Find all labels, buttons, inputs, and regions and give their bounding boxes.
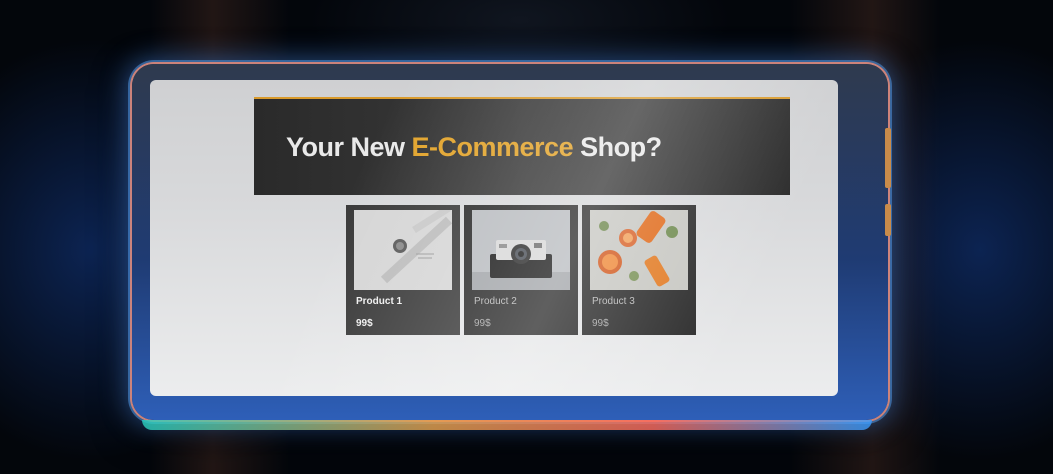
- tablet-screen: Your New E-Commerce Shop? Product 1 99$ …: [150, 80, 838, 396]
- product-name[interactable]: Product 2: [474, 296, 517, 307]
- product-price: 99$: [474, 318, 491, 329]
- hero-title-part2: Shop?: [573, 131, 662, 162]
- product-card[interactable]: Product 2 99$: [464, 205, 578, 335]
- camera-photo: [472, 210, 570, 290]
- hero-title-part1: Your New: [286, 131, 412, 162]
- hero-title-accent: E-Commerce: [411, 131, 574, 162]
- tablet-bottom-edge: [142, 420, 872, 430]
- product-price: 99$: [356, 318, 373, 329]
- scene-background: Your New E-Commerce Shop? Product 1 99$ …: [0, 0, 1053, 474]
- product-card[interactable]: Product 3 99$: [582, 205, 696, 335]
- tablet-device: Your New E-Commerce Shop? Product 1 99$ …: [132, 64, 888, 420]
- citrus-cosmetics-photo: [590, 210, 688, 290]
- tablet-side-button: [885, 128, 891, 188]
- product-name[interactable]: Product 1: [356, 296, 402, 307]
- tablet-side-button: [885, 204, 891, 236]
- product-card[interactable]: Product 1 99$: [346, 205, 460, 335]
- product-name[interactable]: Product 3: [592, 296, 635, 307]
- hero-title: Your New E-Commerce Shop?: [286, 132, 662, 163]
- product-price: 99$: [592, 318, 609, 329]
- hero-banner: Your New E-Commerce Shop?: [254, 97, 790, 195]
- product-grid: Product 1 99$ Product 2 99$ Product 3 99…: [346, 205, 696, 337]
- watch-photo: [354, 210, 452, 290]
